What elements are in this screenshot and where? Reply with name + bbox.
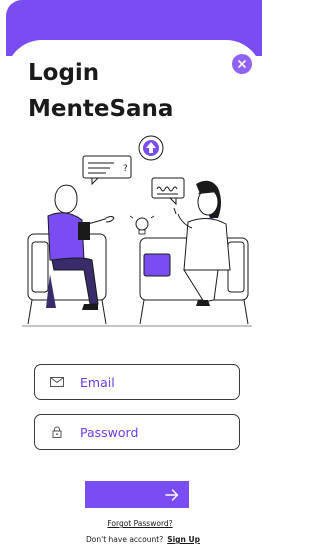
signup-row: Don't have account? Sign Up	[0, 535, 286, 544]
arrow-right-icon	[165, 488, 179, 501]
page-title: Login	[28, 60, 100, 86]
close-button[interactable]	[232, 54, 252, 74]
consultation-illustration: ?	[22, 135, 252, 327]
lightbulb-icon	[129, 215, 155, 235]
question-mark: ?	[123, 164, 128, 174]
speech-bubble-left: ?	[82, 155, 132, 186]
login-submit-button[interactable]	[85, 481, 189, 508]
email-input[interactable]	[80, 374, 230, 390]
app-name: MenteSana	[28, 96, 174, 122]
lock-icon	[50, 425, 64, 439]
no-account-text: Don't have account?	[86, 535, 164, 544]
forgot-password-link[interactable]: Forgot Password?	[0, 519, 280, 528]
upload-arrow-icon	[138, 135, 164, 161]
envelope-icon	[50, 375, 64, 389]
email-field[interactable]	[34, 364, 240, 400]
sign-up-link[interactable]: Sign Up	[167, 535, 200, 544]
speech-bubble-right	[151, 177, 185, 206]
password-field[interactable]	[34, 414, 240, 450]
login-screen: Login MenteSana ? Email Forgot Password?…	[0, 0, 262, 550]
close-icon	[238, 60, 246, 68]
password-input[interactable]	[80, 424, 230, 440]
